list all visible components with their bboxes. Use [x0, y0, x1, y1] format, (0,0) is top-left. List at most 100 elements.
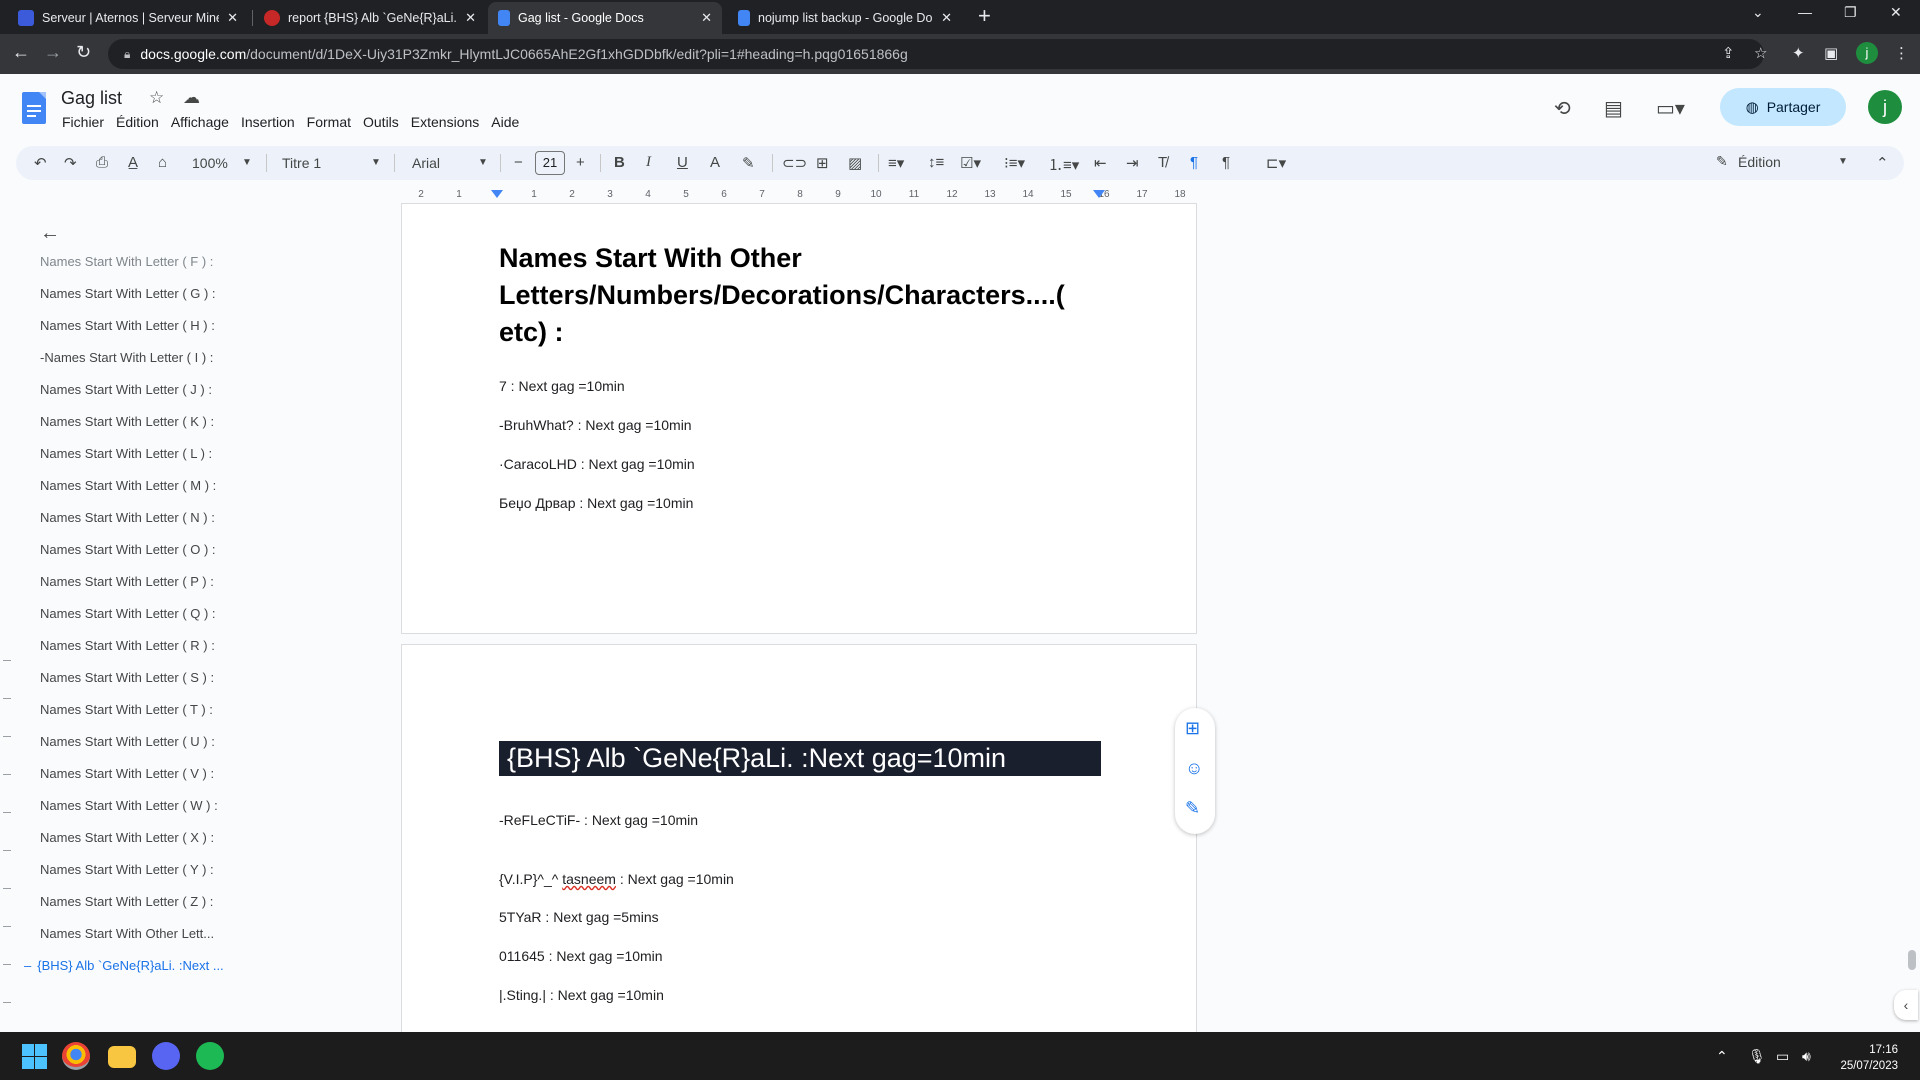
tab-report[interactable]: report {BHS} Alb `GeNe{R}aLi. - P ✕ — [254, 2, 486, 34]
side-panel-toggle[interactable]: ‹ — [1894, 990, 1918, 1020]
undo-icon[interactable]: ↶ — [34, 154, 47, 172]
highlight-icon[interactable]: ✎ — [742, 154, 755, 172]
link-icon[interactable]: ⊂⊃ — [782, 154, 807, 172]
share-button[interactable]: ◍ Partager — [1720, 88, 1846, 126]
clear-formatting-icon[interactable]: T̸ — [1158, 154, 1167, 171]
menu-insertion[interactable]: Insertion — [241, 114, 295, 130]
menu-edition[interactable]: Édition — [116, 114, 159, 130]
outline-item[interactable]: Names Start With Letter ( L ) : — [40, 446, 270, 461]
line-spacing-icon[interactable]: ↕≡ — [928, 154, 944, 171]
text-color-icon[interactable]: A — [710, 154, 720, 171]
address-bar[interactable]: 🔒︎ docs.google.com/document/d/1DeX-Uiy31… — [108, 39, 1764, 69]
file-explorer-icon[interactable] — [108, 1046, 136, 1068]
side-panel-icon[interactable]: ▣ — [1824, 44, 1838, 62]
increase-indent-icon[interactable]: ⇥ — [1126, 154, 1139, 172]
tray-chevron-icon[interactable]: ⌃ — [1716, 1048, 1728, 1065]
menu-outils[interactable]: Outils — [363, 114, 399, 130]
outline-item[interactable]: Names Start With Letter ( F ) : — [40, 254, 270, 269]
close-icon[interactable]: ✕ — [941, 10, 952, 26]
spellcheck-icon[interactable]: A̲ — [128, 154, 138, 171]
hide-menus-icon[interactable]: ⌃ — [1876, 154, 1889, 172]
rtl-icon[interactable]: ¶ — [1222, 154, 1230, 171]
left-indent-marker[interactable] — [491, 190, 503, 198]
tab-gag-list[interactable]: Gag list - Google Docs ✕ — [488, 2, 722, 34]
underline-icon[interactable]: U — [677, 154, 688, 171]
discord-icon[interactable] — [152, 1042, 180, 1070]
mode-select[interactable]: ✎ Édition ▼ — [1716, 151, 1856, 175]
add-comment-icon[interactable]: ⊞ — [816, 154, 829, 172]
menu-fichier[interactable]: Fichier — [62, 114, 104, 130]
outline-item[interactable]: Names Start With Letter ( N ) : — [40, 510, 270, 525]
minimize-icon[interactable]: — — [1798, 4, 1812, 20]
restore-icon[interactable]: ❐ — [1844, 4, 1857, 21]
outline-item[interactable]: Names Start With Letter ( T ) : — [40, 702, 270, 717]
chevron-down-icon[interactable]: ▼ — [478, 157, 488, 168]
chevron-down-icon[interactable]: ▼ — [371, 157, 381, 168]
tab-search-icon[interactable]: ⌄ — [1752, 4, 1764, 21]
version-history-icon[interactable]: ⟲ — [1554, 96, 1571, 121]
outline-item[interactable]: Names Start With Letter ( W ) : — [40, 798, 270, 813]
profile-avatar[interactable]: j — [1856, 42, 1878, 64]
menu-aide[interactable]: Aide — [491, 114, 519, 130]
outline-item[interactable]: Names Start With Letter ( G ) : — [40, 286, 270, 301]
outline-item[interactable]: Names Start With Letter ( X ) : — [40, 830, 270, 845]
reload-icon[interactable]: ↻ — [76, 42, 91, 63]
menu-affichage[interactable]: Affichage — [171, 114, 229, 130]
outline-item[interactable]: Names Start With Letter ( Q ) : — [40, 606, 270, 621]
numbered-list-icon[interactable]: ⒈≡▾ — [1048, 154, 1079, 175]
windows-start-icon[interactable] — [20, 1042, 48, 1070]
right-indent-marker[interactable] — [1093, 190, 1105, 198]
user-avatar[interactable]: j — [1868, 90, 1902, 124]
back-arrow-icon[interactable]: ← — [12, 42, 30, 63]
checklist-icon[interactable]: ☑▾ — [960, 154, 981, 172]
comments-icon[interactable]: ▤ — [1604, 96, 1623, 121]
bookmark-star-icon[interactable]: ☆ — [1754, 44, 1767, 62]
add-comment-icon[interactable]: ⊞ — [1185, 718, 1200, 739]
outline-item[interactable]: Names Start With Letter ( Z ) : — [40, 894, 270, 909]
bulleted-list-icon[interactable]: ⁝≡▾ — [1004, 154, 1025, 172]
outline-item[interactable]: Names Start With Letter ( K ) : — [40, 414, 270, 429]
outline-item[interactable]: Names Start With Letter ( H ) : — [40, 318, 270, 333]
outline-item[interactable]: Names Start With Letter ( S ) : — [40, 670, 270, 685]
system-clock[interactable]: 17:16 25/07/2023 — [1836, 1042, 1898, 1074]
new-tab-button[interactable]: + — [978, 4, 991, 28]
font-select[interactable]: Arial — [412, 155, 440, 171]
outline-item[interactable]: Names Start With Letter ( Y ) : — [40, 862, 270, 877]
spotify-icon[interactable] — [196, 1042, 224, 1070]
outline-item[interactable]: Names Start With Letter ( V ) : — [40, 766, 270, 781]
align-icon[interactable]: ≡▾ — [888, 154, 904, 172]
chrome-menu-icon[interactable]: ⋮ — [1894, 44, 1909, 62]
back-arrow-icon[interactable]: ← — [40, 222, 60, 245]
document-page[interactable]: {BHS} Alb `GeNe{R}aLi. :Next gag=10min -… — [401, 644, 1197, 1044]
emoji-reaction-icon[interactable]: ☺ — [1185, 758, 1203, 779]
editing-tools-icon[interactable]: ⊏▾ — [1266, 154, 1286, 172]
italic-icon[interactable]: I — [646, 154, 651, 171]
outline-item[interactable]: Names Start With Letter ( M ) : — [40, 478, 270, 493]
print-icon[interactable]: ⎙ — [96, 154, 108, 171]
volume-icon[interactable]: 🔊︎ — [1802, 1048, 1811, 1065]
extensions-icon[interactable]: ✦ — [1792, 44, 1805, 62]
forward-arrow-icon[interactable]: → — [44, 42, 62, 63]
style-select[interactable]: Titre 1 — [282, 155, 321, 171]
tab-nojump[interactable]: nojump list backup - Google Do ✕ — [728, 2, 962, 34]
close-icon[interactable]: ✕ — [227, 10, 238, 26]
outline-item[interactable]: Names Start With Letter ( P ) : — [40, 574, 270, 589]
outline-item[interactable]: Names Start With Other Lett... — [40, 926, 270, 941]
scrollbar-thumb[interactable] — [1908, 950, 1916, 970]
increase-font-size-icon[interactable]: + — [576, 154, 585, 171]
tab-aternos[interactable]: Serveur | Aternos | Serveur Mine ✕ — [8, 2, 248, 34]
chevron-down-icon[interactable]: ▼ — [242, 157, 252, 168]
outline-item[interactable]: -Names Start With Letter ( I ) : — [40, 350, 270, 365]
chrome-icon[interactable] — [62, 1042, 90, 1070]
close-window-icon[interactable]: ✕ — [1890, 4, 1902, 21]
decrease-indent-icon[interactable]: ⇤ — [1094, 154, 1107, 172]
horizontal-ruler[interactable]: 2 1 1 2 3 4 5 6 7 8 9 10 11 12 13 14 15 … — [401, 186, 1197, 204]
zoom-select[interactable]: 100% — [192, 155, 228, 171]
cloud-status-icon[interactable]: ☁︎ — [183, 88, 200, 108]
redo-icon[interactable]: ↷ — [64, 154, 77, 172]
suggest-edits-icon[interactable]: ✎ — [1185, 798, 1200, 819]
paint-format-icon[interactable]: ⌂ — [158, 154, 167, 171]
outline-item[interactable]: Names Start With Letter ( J ) : — [40, 382, 270, 397]
outline-item[interactable]: Names Start With Letter ( U ) : — [40, 734, 270, 749]
outline-item[interactable]: Names Start With Letter ( O ) : — [40, 542, 270, 557]
